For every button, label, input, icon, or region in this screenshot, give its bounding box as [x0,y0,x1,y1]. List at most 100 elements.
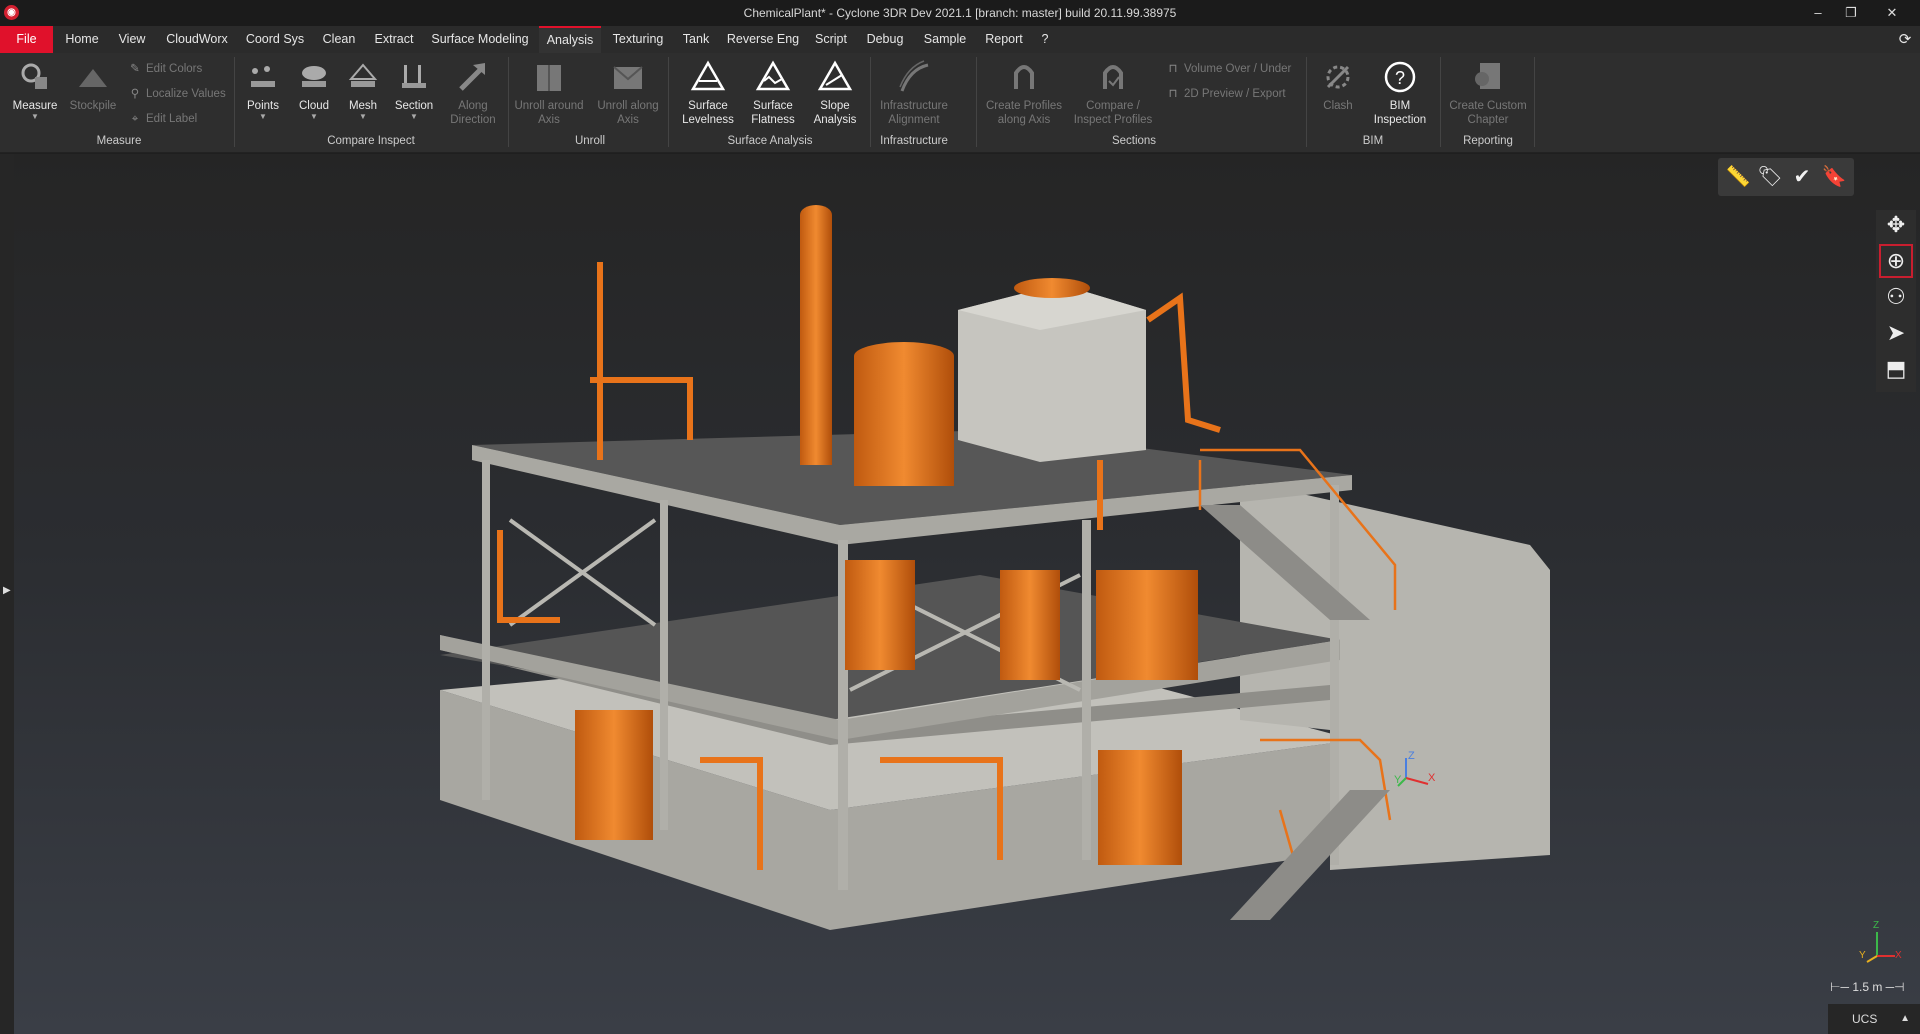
preview-export-button[interactable]: ⊓ 2D Preview / Export [1166,85,1286,103]
edit-label-button[interactable]: ⌖ Edit Label [128,110,197,128]
surface-flatness-button[interactable]: Surface Flatness [744,59,802,127]
scale-bar-icon: ⊢─ [1830,980,1849,994]
orbit-center-icon[interactable]: ⊕ [1879,244,1913,278]
infrastructure-alignment-button[interactable]: Infrastructure Alignment [874,59,954,127]
y-axis-label: Y [1394,774,1402,786]
group-separator [870,57,871,147]
cloud-label: Cloud [298,100,330,112]
tab-coord-sys[interactable]: Coord Sys [242,26,308,53]
view-axis-triad: Z X Y [1845,920,1905,975]
edit-colors-label: Edit Colors [146,63,203,75]
tab-home[interactable]: Home [58,26,106,53]
triad-x-label: X [1895,950,1902,961]
stockpile-label: Stockpile [69,100,117,112]
compare-cloud-button[interactable]: Cloud ▼ [292,59,336,121]
pan-icon[interactable]: ✥ [1881,210,1911,240]
label-tag-icon[interactable]: 🏷 [1756,163,1784,191]
close-button[interactable]: ✕ [1872,0,1912,26]
preview-icon: ⊓ [1168,88,1178,100]
clash-button[interactable]: Clash [1310,59,1366,113]
bim-inspection-button[interactable]: ? BIM Inspection [1370,59,1430,127]
alignment-label: Infrastructure Alignment [880,100,948,126]
triad-y-label: Y [1859,950,1866,961]
tab-sample[interactable]: Sample [917,26,973,53]
tab-help[interactable]: ? [1035,26,1055,53]
arrow-icon [459,63,485,91]
tab-reverse-eng[interactable]: Reverse Eng [723,26,803,53]
compare-profiles-button[interactable]: Compare / Inspect Profiles [1068,59,1158,127]
volume-label: Volume Over / Under [1184,63,1292,75]
chapter-label: Create Custom Chapter [1449,100,1527,126]
tab-cloudworx[interactable]: CloudWorx [158,26,236,53]
group-label-measure: Measure [96,135,142,147]
ucs-selector[interactable]: UCS ▲ [1828,1004,1920,1034]
restore-button[interactable]: ❐ [1831,0,1871,26]
surface-levelness-button[interactable]: Surface Levelness [676,59,740,127]
compare-points-button[interactable]: Points ▼ [240,59,286,121]
tab-surface-modeling[interactable]: Surface Modeling [424,26,536,53]
slope-analysis-button[interactable]: Slope Analysis [806,59,864,127]
along-direction-button[interactable]: Along Direction [444,59,502,127]
along-direction-label: Along Direction [450,100,496,126]
mesh-icon [348,63,378,87]
unroll-along-axis-button[interactable]: Unroll along Axis [590,59,666,127]
measure-label: Measure [12,100,58,112]
tab-extract[interactable]: Extract [370,26,418,53]
tab-analysis[interactable]: Analysis [539,26,601,53]
tab-report[interactable]: Report [979,26,1029,53]
tab-file[interactable]: File [0,26,53,53]
section-icon [402,65,426,88]
measure-button[interactable]: Measure ▼ [8,59,62,121]
tab-tank[interactable]: Tank [675,26,717,53]
pin-icon: ⚲ [130,88,140,100]
title-bar: ChemicalPlant* - Cyclone 3DR Dev 2021.1 … [0,0,1920,26]
caret-up-icon: ▲ [1900,1013,1910,1024]
group-label-infrastructure: Infrastructure [880,135,948,147]
tab-view[interactable]: View [112,26,152,53]
slope-label: Slope Analysis [813,100,857,126]
chapter-icon [1475,63,1500,89]
walk-icon[interactable]: ⚇ [1881,282,1911,312]
group-separator [976,57,977,147]
ruler-icon[interactable]: 📏 [1724,163,1752,191]
unroll-along-icon [613,66,643,89]
slope-icon [817,60,853,91]
sync-icon[interactable]: ⟳ [1894,26,1916,53]
tag-check-icon[interactable]: ✔ [1788,163,1816,191]
volume-over-under-button[interactable]: ⊓ Volume Over / Under [1166,60,1292,78]
edit-colors-button[interactable]: ✎ Edit Colors [128,60,202,78]
3d-viewport[interactable] [0,154,1920,1034]
group-label-compare-inspect: Compare Inspect [327,135,415,147]
mesh-label: Mesh [348,100,378,112]
compare-mesh-button[interactable]: Mesh ▼ [340,59,386,121]
stockpile-button[interactable]: Stockpile [66,59,120,113]
group-label-bim: BIM [1362,135,1384,147]
measure-icon [21,63,47,89]
cyclone-logo-icon[interactable]: ◉ [4,5,19,20]
tag-icon[interactable]: 🔖 [1820,163,1848,191]
clash-icon [1326,65,1350,89]
tab-debug[interactable]: Debug [859,26,911,53]
unroll-around-label: Unroll around Axis [514,100,584,126]
brush-icon: ✎ [130,63,140,75]
points-icon [251,66,275,87]
tab-script[interactable]: Script [809,26,853,53]
volume-icon: ⊓ [1168,63,1178,75]
ribbon-panel: Measure ▼ Stockpile ✎ Edit Colors ⚲ Localiz… [0,53,1920,153]
create-custom-chapter-button[interactable]: Create Custom Chapter [1444,59,1532,127]
unroll-around-axis-button[interactable]: Unroll around Axis [514,59,584,127]
preview-label: 2D Preview / Export [1184,88,1286,100]
compare-section-button[interactable]: Section ▼ [390,59,438,121]
create-profiles-button[interactable]: Create Profiles along Axis [984,59,1064,127]
tab-clean[interactable]: Clean [314,26,364,53]
group-label-unroll: Unroll [574,135,606,147]
expand-panel-icon[interactable]: ▶ [3,585,11,596]
localize-values-button[interactable]: ⚲ Localize Values [128,85,226,103]
group-separator [1440,57,1441,147]
clipping-box-icon[interactable]: ⬒ [1881,354,1911,384]
chemical-plant-model[interactable] [0,154,1920,1034]
flatness-icon [755,60,791,91]
alignment-icon [899,60,929,92]
fly-icon[interactable]: ➤ [1881,318,1911,348]
tab-texturing[interactable]: Texturing [607,26,669,53]
